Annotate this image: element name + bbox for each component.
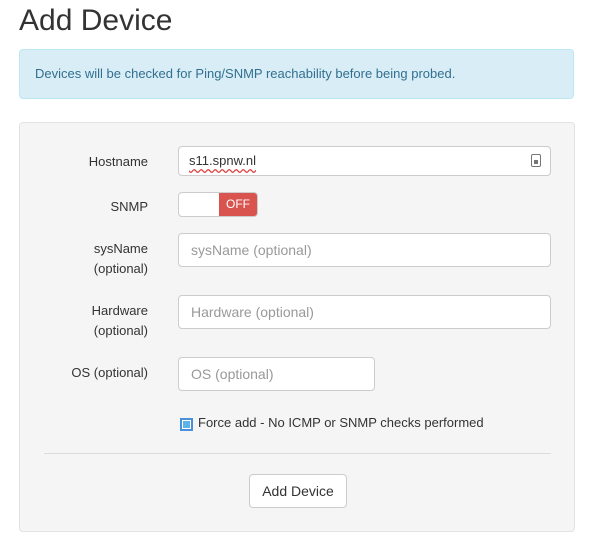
snmp-toggle[interactable]: OFF: [178, 192, 258, 217]
hostname-value: s11.spnw.nl: [189, 153, 256, 168]
snmp-label: SNMP: [110, 199, 148, 214]
os-input[interactable]: [178, 357, 375, 391]
info-alert: Devices will be checked for Ping/SNMP re…: [19, 49, 574, 99]
force-add-checkbox[interactable]: [180, 418, 193, 431]
sysname-label-line1: sysName: [93, 241, 148, 256]
form-divider: [44, 453, 551, 454]
hardware-label-line1: Hardware: [91, 303, 148, 318]
hardware-label: Hardware (optional): [18, 301, 148, 341]
sysname-input[interactable]: [178, 233, 551, 267]
sysname-label-line2: (optional): [93, 261, 148, 276]
hostname-input[interactable]: s11.spnw.nl: [178, 146, 551, 176]
force-add-label[interactable]: Force add - No ICMP or SNMP checks perfo…: [198, 414, 484, 432]
os-label: OS (optional): [71, 365, 148, 380]
password-manager-icon[interactable]: [531, 154, 541, 167]
add-device-button[interactable]: Add Device: [249, 474, 347, 508]
hostname-label: Hostname: [88, 154, 148, 169]
snmp-toggle-state: OFF: [219, 193, 257, 216]
sysname-label: sysName (optional): [18, 239, 148, 279]
page-title: Add Device: [19, 4, 173, 37]
hardware-input[interactable]: [178, 295, 551, 329]
hardware-label-line2: (optional): [93, 323, 148, 338]
